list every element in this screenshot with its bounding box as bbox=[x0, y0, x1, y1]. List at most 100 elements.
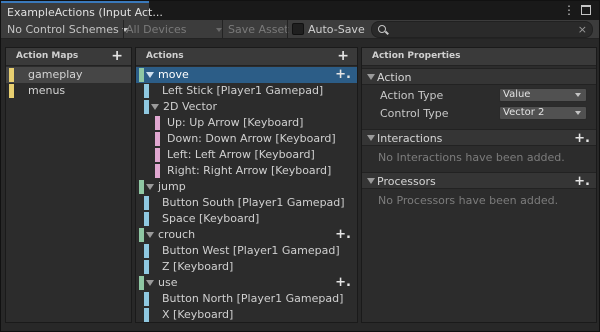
processors-empty-text: No Processors have been added. bbox=[378, 194, 559, 207]
more-options-icon[interactable]: ⋮ bbox=[563, 4, 575, 16]
composite-row[interactable]: 2D Vector bbox=[136, 99, 357, 115]
control-type-dropdown[interactable]: Vector 2 bbox=[499, 106, 587, 120]
add-action-map-button[interactable]: + bbox=[111, 48, 123, 64]
binding-row[interactable]: Left Stick [Player1 Gamepad] bbox=[136, 83, 357, 99]
add-processor-button[interactable]: +. bbox=[574, 174, 590, 189]
binding-row[interactable]: Z [Keyboard] bbox=[136, 259, 357, 275]
add-binding-button[interactable]: +. bbox=[335, 67, 351, 82]
action-map-color-bar bbox=[9, 84, 14, 98]
binding-label: Button North [Player1 Gamepad] bbox=[162, 292, 344, 305]
processors-section-title: Processors bbox=[377, 175, 436, 188]
chevron-down-icon[interactable] bbox=[367, 178, 375, 184]
binding-row[interactable]: Button North [Player1 Gamepad] bbox=[136, 291, 357, 307]
chevron-down-icon[interactable] bbox=[367, 135, 375, 141]
input-actions-window: ExampleActions (Input Act... ⋮ No Contro… bbox=[0, 0, 600, 332]
binding-color-bar bbox=[144, 196, 149, 210]
part-label: Up: Up Arrow [Keyboard] bbox=[167, 116, 304, 129]
action-row-use[interactable]: use +. bbox=[136, 275, 357, 291]
control-type-label: Control Type bbox=[380, 107, 449, 120]
interactions-empty-text: No Interactions have been added. bbox=[378, 151, 565, 164]
composite-part-row[interactable]: Up: Up Arrow [Keyboard] bbox=[136, 115, 357, 131]
action-maps-title: Action Maps bbox=[16, 51, 79, 61]
action-map-item-gameplay[interactable]: gameplay bbox=[6, 67, 131, 83]
binding-label: Space [Keyboard] bbox=[162, 212, 260, 225]
part-label: Left: Left Arrow [Keyboard] bbox=[167, 148, 315, 161]
chevron-down-icon[interactable] bbox=[146, 232, 154, 238]
toolbar-divider bbox=[287, 20, 288, 39]
tab-example-actions[interactable]: ExampleActions (Input Act... bbox=[1, 1, 163, 20]
auto-save-label: Auto-Save bbox=[308, 23, 365, 36]
chevron-down-icon bbox=[575, 93, 581, 97]
binding-label: Button West [Player1 Gamepad] bbox=[162, 244, 340, 257]
composite-color-bar bbox=[144, 100, 149, 114]
action-type-value: Value bbox=[503, 89, 531, 100]
save-asset-button[interactable]: Save Asset bbox=[228, 21, 289, 38]
add-binding-button[interactable]: +. bbox=[335, 227, 351, 242]
maximize-icon[interactable] bbox=[581, 5, 591, 15]
devices-dropdown[interactable]: All Devices bbox=[126, 21, 223, 38]
chevron-down-icon[interactable] bbox=[146, 280, 154, 286]
action-label: move bbox=[158, 68, 189, 81]
part-label: Right: Right Arrow [Keyboard] bbox=[167, 164, 332, 177]
action-color-bar bbox=[139, 276, 144, 290]
binding-color-bar bbox=[144, 292, 149, 306]
binding-row[interactable]: X [Keyboard] bbox=[136, 307, 357, 323]
toolbar-divider bbox=[123, 20, 124, 39]
binding-color-bar bbox=[144, 308, 149, 322]
action-maps-header: Action Maps + bbox=[6, 48, 131, 66]
binding-color-bar bbox=[144, 260, 149, 274]
chevron-down-icon[interactable] bbox=[146, 184, 154, 190]
chevron-down-icon[interactable] bbox=[151, 104, 159, 110]
binding-row[interactable]: Space [Keyboard] bbox=[136, 211, 357, 227]
action-color-bar bbox=[139, 68, 144, 82]
actions-pane: Actions + move +. Left Stick [Player1 Ga… bbox=[135, 47, 358, 323]
processors-section-header[interactable]: Processors +. bbox=[362, 172, 596, 189]
control-schemes-dropdown[interactable]: No Control Schemes bbox=[7, 21, 128, 38]
add-interaction-button[interactable]: +. bbox=[574, 131, 590, 146]
binding-row[interactable]: Button South [Player1 Gamepad] bbox=[136, 195, 357, 211]
composite-label: 2D Vector bbox=[163, 100, 218, 113]
action-row-crouch[interactable]: crouch +. bbox=[136, 227, 357, 243]
toolbar: No Control Schemes All Devices Save Asse… bbox=[1, 20, 599, 39]
action-color-bar bbox=[139, 180, 144, 194]
action-type-label: Action Type bbox=[380, 89, 444, 102]
auto-save-checkbox[interactable] bbox=[292, 23, 304, 35]
action-map-label: menus bbox=[28, 84, 66, 97]
search-input[interactable]: × bbox=[371, 21, 593, 38]
add-action-button[interactable]: + bbox=[337, 48, 349, 64]
action-section-title: Action bbox=[377, 71, 412, 84]
actions-header: Actions + bbox=[136, 48, 357, 66]
action-properties-title: Action Properties bbox=[372, 51, 461, 61]
clear-search-icon[interactable]: × bbox=[578, 22, 587, 37]
composite-part-row[interactable]: Left: Left Arrow [Keyboard] bbox=[136, 147, 357, 163]
binding-row[interactable]: Button West [Player1 Gamepad] bbox=[136, 243, 357, 259]
action-properties-pane: Action Properties Action Action Type Val… bbox=[361, 47, 597, 323]
tab-bar: ExampleActions (Input Act... ⋮ bbox=[1, 1, 599, 20]
control-schemes-label: No Control Schemes bbox=[7, 23, 119, 36]
chevron-down-icon[interactable] bbox=[367, 74, 375, 80]
action-color-bar bbox=[139, 228, 144, 242]
search-icon bbox=[378, 25, 386, 33]
binding-color-bar bbox=[144, 244, 149, 258]
action-maps-pane: Action Maps + gameplay menus bbox=[5, 47, 132, 323]
actions-title: Actions bbox=[146, 51, 184, 61]
part-color-bar bbox=[155, 132, 160, 146]
add-binding-button[interactable]: +. bbox=[335, 275, 351, 290]
action-label: crouch bbox=[158, 228, 196, 241]
composite-part-row[interactable]: Right: Right Arrow [Keyboard] bbox=[136, 163, 357, 179]
control-type-value: Vector 2 bbox=[503, 107, 545, 118]
toolbar-divider bbox=[222, 20, 223, 39]
action-row-move[interactable]: move +. bbox=[136, 67, 357, 83]
action-row-jump[interactable]: jump bbox=[136, 179, 357, 195]
interactions-section-header[interactable]: Interactions +. bbox=[362, 129, 596, 146]
action-section-header[interactable]: Action bbox=[362, 68, 596, 85]
action-label: use bbox=[158, 276, 178, 289]
binding-color-bar bbox=[144, 84, 149, 98]
part-color-bar bbox=[155, 164, 160, 178]
composite-part-row[interactable]: Down: Down Arrow [Keyboard] bbox=[136, 131, 357, 147]
action-type-dropdown[interactable]: Value bbox=[499, 88, 587, 102]
action-properties-header: Action Properties bbox=[362, 48, 596, 66]
action-map-item-menus[interactable]: menus bbox=[6, 83, 131, 99]
action-map-color-bar bbox=[9, 68, 14, 82]
chevron-down-icon[interactable] bbox=[146, 72, 154, 78]
